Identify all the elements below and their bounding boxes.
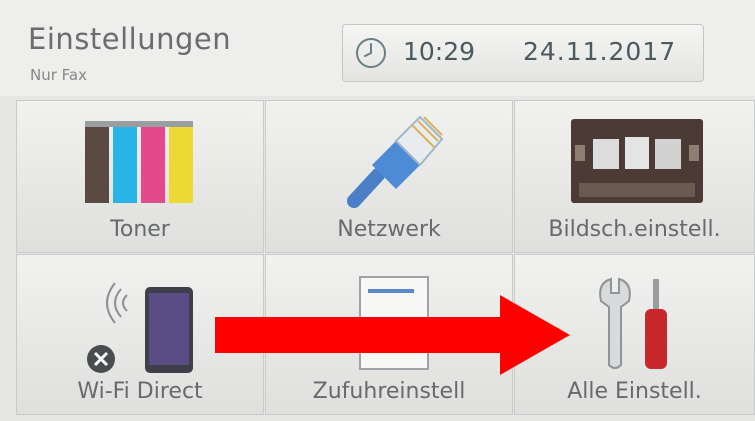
printer-touchscreen: Einstellungen Nur Fax 10:29 24.11.2017 T… bbox=[0, 0, 755, 421]
red-arrow-annotation bbox=[215, 295, 570, 375]
